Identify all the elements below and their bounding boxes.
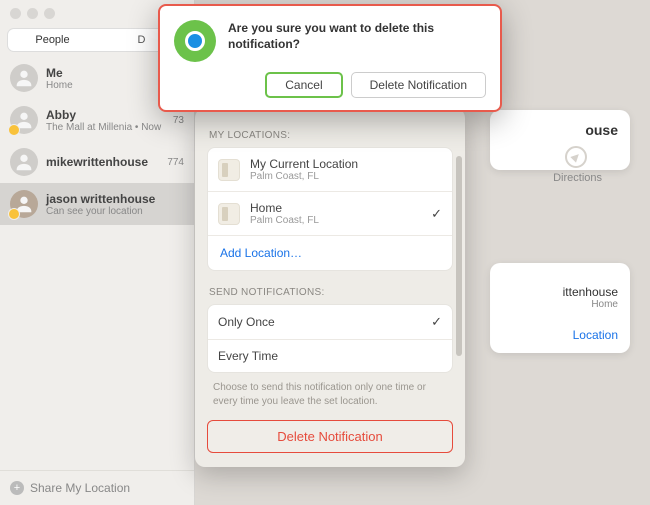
person-sub: The Mall at Millenia • Now — [46, 122, 161, 133]
dialog-message: Are you sure you want to delete this not… — [228, 20, 486, 52]
share-location-footer[interactable]: + Share My Location — [0, 470, 194, 505]
scrollbar-thumb[interactable] — [456, 156, 462, 356]
tab-people[interactable]: People — [8, 34, 97, 46]
person-name: Me — [46, 66, 73, 80]
list-item[interactable]: mikewrittenhouse 774 — [0, 141, 194, 183]
send-option[interactable]: Every Time — [208, 340, 452, 372]
plus-icon: + — [10, 481, 24, 495]
directions-label: Directions — [553, 172, 602, 184]
share-location-label: Share My Location — [30, 481, 130, 495]
zoom-dot[interactable] — [44, 8, 55, 19]
location-item[interactable]: Home Palm Coast, FL ✓ — [208, 192, 452, 236]
person-name: mikewrittenhouse — [46, 155, 148, 169]
option-title: Every Time — [218, 349, 278, 363]
send-option[interactable]: Only Once ✓ — [208, 305, 452, 340]
locations-group: My Current Location Palm Coast, FL Home … — [207, 147, 453, 271]
avatar — [10, 64, 38, 92]
cancel-button[interactable]: Cancel — [265, 72, 342, 98]
person-name: Abby — [46, 108, 161, 122]
confirm-dialog: Are you sure you want to delete this not… — [158, 4, 502, 112]
location-sub: Palm Coast, FL — [250, 171, 358, 182]
header-title: ouse — [502, 122, 618, 138]
delete-notification-button[interactable]: Delete Notification — [207, 420, 453, 453]
person-name: jason writtenhouse — [46, 192, 155, 206]
contact-sub: Home — [502, 299, 618, 310]
confirm-delete-button[interactable]: Delete Notification — [351, 72, 486, 98]
avatar — [10, 148, 38, 176]
contact-name: ittenhouse — [502, 285, 618, 299]
people-list: Me Home Abby The Mall at Millenia • Now … — [0, 57, 194, 470]
person-sub: Can see your location — [46, 206, 155, 217]
send-options-group: Only Once ✓ Every Time — [207, 304, 453, 373]
location-title: Home — [250, 201, 319, 215]
map-thumb-icon — [218, 159, 240, 181]
findmy-icon — [174, 20, 216, 62]
location-title: My Current Location — [250, 157, 358, 171]
add-location-link[interactable]: Location — [502, 328, 618, 342]
status-badge-icon — [8, 124, 20, 136]
distance-label: 774 — [167, 157, 184, 168]
location-item[interactable]: My Current Location Palm Coast, FL — [208, 148, 452, 192]
close-dot[interactable] — [10, 8, 21, 19]
person-sub: Home — [46, 80, 73, 91]
checkmark-icon: ✓ — [431, 314, 442, 330]
minimize-dot[interactable] — [27, 8, 38, 19]
distance-label: 73 — [173, 115, 184, 126]
directions-icon[interactable] — [565, 146, 587, 168]
notification-popover: MY LOCATIONS: My Current Location Palm C… — [195, 108, 465, 467]
send-section-label: SEND NOTIFICATIONS: — [209, 287, 453, 298]
add-location-link[interactable]: Add Location… — [208, 236, 452, 270]
locations-section-label: MY LOCATIONS: — [209, 130, 453, 141]
avatar — [10, 106, 38, 134]
checkmark-icon: ✓ — [431, 206, 442, 222]
help-text: Choose to send this notification only on… — [207, 373, 453, 420]
contact-card: ittenhouse Home Location — [490, 263, 630, 353]
location-sub: Palm Coast, FL — [250, 215, 319, 226]
map-thumb-icon — [218, 203, 240, 225]
avatar — [10, 190, 38, 218]
list-item-selected[interactable]: jason writtenhouse Can see your location — [0, 183, 194, 225]
status-badge-icon — [8, 208, 20, 220]
header-card: ouse Directions — [490, 110, 630, 170]
option-title: Only Once — [218, 315, 275, 329]
